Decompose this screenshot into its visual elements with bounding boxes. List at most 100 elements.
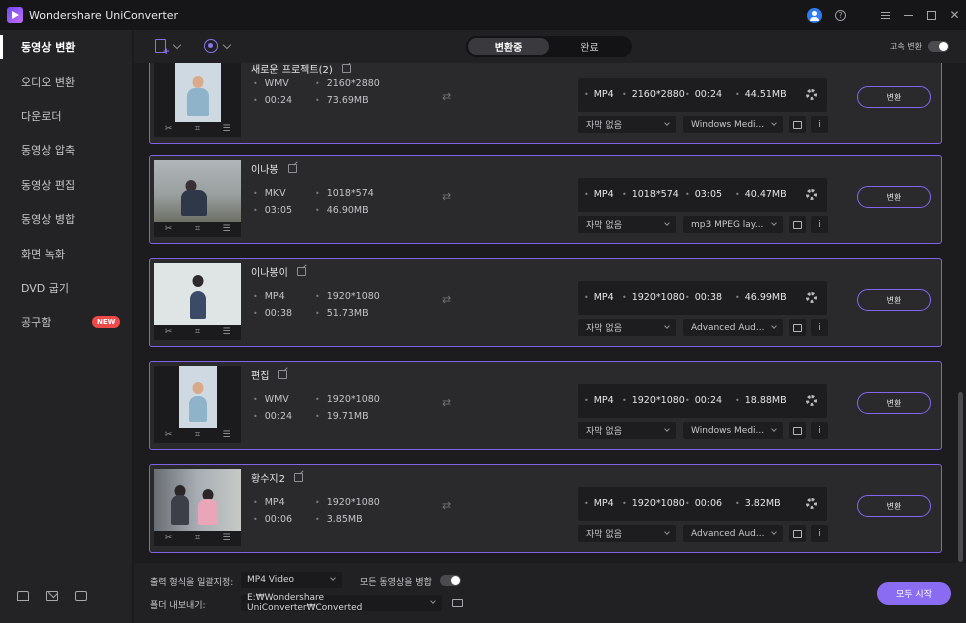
rename-icon[interactable] xyxy=(293,473,303,482)
sidebar-item-video-compress[interactable]: 동영상 압축 xyxy=(0,133,132,167)
source-resolution: 2160*2880 xyxy=(315,78,380,89)
subtitle-select[interactable]: 자막 없음 xyxy=(578,216,676,233)
sidebar-item-video-merge[interactable]: 동영상 병합 xyxy=(0,202,132,236)
source-size: 46.90MB xyxy=(315,205,369,216)
subtitle-button[interactable] xyxy=(789,216,806,233)
trim-icon[interactable]: ✂ xyxy=(164,328,173,337)
sidebar-item-video-edit[interactable]: 동영상 편집 xyxy=(0,168,132,202)
info-button[interactable]: i xyxy=(811,422,828,439)
convert-button[interactable]: 변환 xyxy=(857,495,931,517)
share-icon[interactable] xyxy=(75,591,87,601)
effects-icon[interactable]: ☰ xyxy=(222,534,231,543)
output-settings[interactable]: MP4 1920*1080 00:38 46.99MB xyxy=(578,281,827,315)
convert-button[interactable]: 변환 xyxy=(857,186,931,208)
rename-icon[interactable] xyxy=(341,64,351,73)
info-button[interactable]: i xyxy=(811,216,828,233)
subtitle-button[interactable] xyxy=(789,319,806,336)
mail-icon[interactable] xyxy=(46,591,58,601)
crop-icon[interactable]: ⌗ xyxy=(193,534,202,543)
crop-icon[interactable]: ⌗ xyxy=(193,431,202,440)
video-thumbnail[interactable] xyxy=(154,366,241,428)
subtitle-select[interactable]: 자막 없음 xyxy=(578,319,676,336)
add-disc-icon[interactable] xyxy=(204,39,218,53)
effects-icon[interactable]: ☰ xyxy=(222,225,231,234)
gear-icon[interactable] xyxy=(806,89,817,100)
trim-icon[interactable]: ✂ xyxy=(164,534,173,543)
subtitle-button[interactable] xyxy=(789,116,806,133)
sidebar-item-dvd-burn[interactable]: DVD 굽기 xyxy=(0,271,132,305)
audio-select[interactable]: Windows Medi... xyxy=(683,422,783,439)
audio-select[interactable]: Advanced Aud... xyxy=(683,319,783,336)
scrollbar[interactable] xyxy=(958,392,963,562)
effects-icon[interactable]: ☰ xyxy=(222,328,231,337)
gear-icon[interactable] xyxy=(806,395,817,406)
sidebar-item-audio-convert[interactable]: 오디오 변환 xyxy=(0,64,132,98)
tab-converting[interactable]: 변환중 xyxy=(468,38,549,55)
trim-icon[interactable]: ✂ xyxy=(164,125,173,134)
crop-icon[interactable]: ⌗ xyxy=(193,328,202,337)
gear-icon[interactable] xyxy=(806,189,817,200)
info-button[interactable]: i xyxy=(811,319,828,336)
crop-icon[interactable]: ⌗ xyxy=(193,125,202,134)
output-settings[interactable]: MP4 1018*574 03:05 40.47MB xyxy=(578,178,827,212)
chevron-down-icon[interactable] xyxy=(222,40,232,50)
start-all-button[interactable]: 모두 시작 xyxy=(877,582,951,605)
effects-icon[interactable]: ☰ xyxy=(222,125,231,134)
shuffle-icon: ⇄ xyxy=(442,396,452,409)
sidebar-item-downloader[interactable]: 다운로더 xyxy=(0,99,132,133)
audio-select[interactable]: Windows Medi... xyxy=(683,116,783,133)
account-icon[interactable] xyxy=(807,7,822,23)
rename-icon[interactable] xyxy=(296,267,306,276)
info-button[interactable]: i xyxy=(811,116,828,133)
subtitle-button[interactable] xyxy=(789,525,806,542)
output-settings[interactable]: MP4 2160*2880 00:24 44.51MB xyxy=(578,78,827,112)
shuffle-icon: ⇄ xyxy=(442,190,452,203)
output-settings[interactable]: MP4 1920*1080 00:24 18.88MB xyxy=(578,384,827,418)
title-bar: Wondershare UniConverter ? ✕ xyxy=(0,0,966,30)
video-thumbnail[interactable] xyxy=(154,63,241,122)
video-thumbnail[interactable] xyxy=(154,160,241,222)
audio-select[interactable]: mp3 MPEG lay... xyxy=(683,216,783,233)
trim-icon[interactable]: ✂ xyxy=(164,431,173,440)
subtitle-select[interactable]: 자막 없음 xyxy=(578,422,676,439)
audio-select[interactable]: Advanced Aud... xyxy=(683,525,783,542)
folder-icon[interactable] xyxy=(452,599,463,607)
high-speed-toggle[interactable] xyxy=(928,41,949,52)
maximize-button[interactable] xyxy=(920,5,943,25)
output-format: MP4 xyxy=(584,292,614,303)
sidebar-item-screen-record[interactable]: 화면 녹화 xyxy=(0,236,132,270)
chevron-down-icon[interactable] xyxy=(172,40,182,50)
rename-icon[interactable] xyxy=(278,370,288,379)
video-thumbnail[interactable] xyxy=(154,263,241,325)
subtitle-select[interactable]: 자막 없음 xyxy=(578,116,676,133)
convert-button[interactable]: 변환 xyxy=(857,289,931,311)
convert-button[interactable]: 변환 xyxy=(857,392,931,414)
merge-toggle[interactable] xyxy=(440,575,461,586)
output-format: MP4 xyxy=(584,395,614,406)
sidebar-item-video-convert[interactable]: 동영상 변환 xyxy=(0,30,132,64)
trim-icon[interactable]: ✂ xyxy=(164,225,173,234)
rename-icon[interactable] xyxy=(287,164,297,173)
subtitle-button[interactable] xyxy=(789,422,806,439)
minimize-button[interactable] xyxy=(897,5,920,25)
book-icon[interactable] xyxy=(17,591,29,601)
subtitle-icon xyxy=(793,220,802,229)
convert-button[interactable]: 변환 xyxy=(857,86,931,108)
add-file-icon[interactable] xyxy=(155,39,170,57)
tab-completed[interactable]: 완료 xyxy=(549,38,630,55)
effects-icon[interactable]: ☰ xyxy=(222,431,231,440)
video-thumbnail[interactable] xyxy=(154,469,241,531)
output-format-select[interactable]: MP4 Video xyxy=(241,572,342,588)
crop-icon[interactable]: ⌗ xyxy=(193,225,202,234)
gear-icon[interactable] xyxy=(806,498,817,509)
output-settings[interactable]: MP4 1920*1080 00:06 3.82MB xyxy=(578,487,827,521)
source-duration: 00:38 xyxy=(253,308,292,319)
subtitle-select[interactable]: 자막 없음 xyxy=(578,525,676,542)
info-button[interactable]: i xyxy=(811,525,828,542)
gear-icon[interactable] xyxy=(806,292,817,303)
sidebar-item-toolbox[interactable]: 공구함 NEW xyxy=(0,305,132,339)
help-icon[interactable]: ? xyxy=(835,9,846,21)
menu-button[interactable] xyxy=(874,5,897,25)
close-button[interactable]: ✕ xyxy=(943,5,966,25)
export-folder-select[interactable]: E:₩Wondershare UniConverter₩Converted xyxy=(241,593,442,613)
